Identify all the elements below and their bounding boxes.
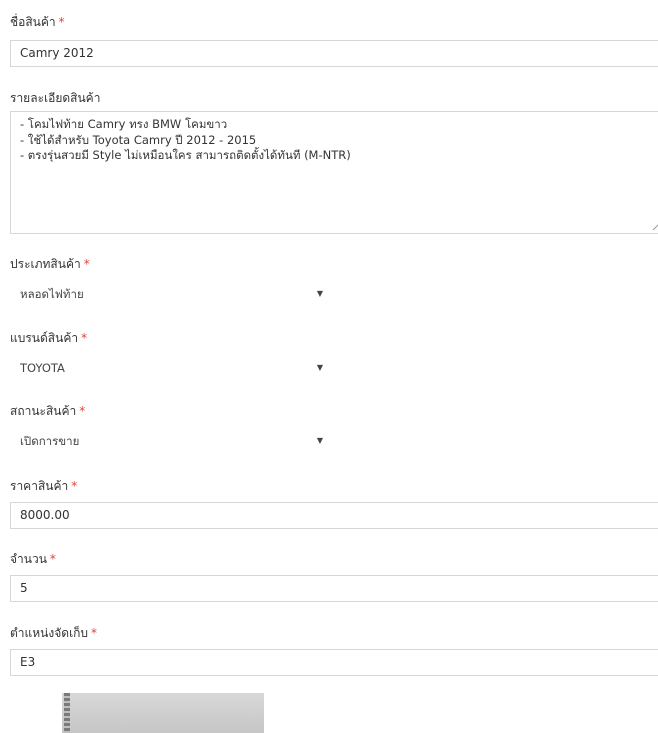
description-line: - โคมไฟท้าย Camry ทรง BMW โคมขาว	[20, 117, 228, 131]
product-brand-label-text: แบรนด์สินค้า	[10, 331, 79, 345]
product-category-select[interactable]: หลอดไฟท้าย ▼	[10, 281, 328, 307]
required-asterisk: *	[58, 15, 65, 29]
required-asterisk: *	[81, 331, 88, 345]
product-quantity-input[interactable]: 5	[10, 575, 658, 602]
chevron-down-icon: ▼	[316, 436, 323, 445]
product-brand-select[interactable]: TOYOTA ▼	[10, 355, 328, 381]
chevron-down-icon: ▼	[316, 289, 323, 298]
product-name-input[interactable]: Camry 2012	[10, 40, 658, 67]
required-asterisk: *	[91, 626, 98, 640]
product-category-value: หลอดไฟท้าย	[20, 287, 84, 301]
product-price-label: ราคาสินค้า *	[10, 477, 77, 496]
product-category-label: ประเภทสินค้า *	[10, 255, 90, 274]
product-quantity-label-text: จำนวน	[10, 552, 47, 566]
description-line: - ตรงรุ่นสวยมี Style ไม่เหมือนใคร สามารถ…	[20, 148, 351, 162]
required-asterisk: *	[71, 479, 78, 493]
chevron-down-icon: ▼	[316, 363, 323, 372]
product-status-label: สถานะสินค้า *	[10, 402, 85, 421]
product-price-input[interactable]: 8000.00	[10, 502, 658, 529]
product-description-textarea[interactable]: - โคมไฟท้าย Camry ทรง BMW โคมขาว - ใช้ได…	[10, 111, 658, 234]
product-status-select[interactable]: เปิดการขาย ▼	[10, 428, 328, 454]
image-edge-detail	[64, 693, 70, 733]
product-quantity-label: จำนวน *	[10, 550, 56, 569]
product-description-label: รายละเอียดสินค้า	[10, 91, 101, 105]
storage-location-input[interactable]: E3	[10, 649, 658, 676]
resize-handle-icon[interactable]	[652, 222, 658, 230]
product-status-value: เปิดการขาย	[20, 434, 80, 448]
product-name-label: ชื่อสินค้า *	[10, 13, 65, 32]
storage-location-label-text: ตำแหน่งจัดเก็บ	[10, 626, 89, 640]
product-status-label-text: สถานะสินค้า	[10, 404, 77, 418]
required-asterisk: *	[79, 404, 86, 418]
product-price-label-text: ราคาสินค้า	[10, 479, 69, 493]
product-brand-value: TOYOTA	[20, 361, 65, 375]
description-line: - ใช้ได้สำหรับ Toyota Camry ปี 2012 - 20…	[20, 132, 257, 147]
product-image-thumbnail[interactable]	[62, 693, 264, 733]
product-brand-label: แบรนด์สินค้า *	[10, 329, 87, 348]
product-category-label-text: ประเภทสินค้า	[10, 257, 81, 271]
product-name-label-text: ชื่อสินค้า	[10, 15, 56, 29]
required-asterisk: *	[49, 552, 56, 566]
required-asterisk: *	[83, 257, 90, 271]
storage-location-label: ตำแหน่งจัดเก็บ *	[10, 624, 97, 643]
